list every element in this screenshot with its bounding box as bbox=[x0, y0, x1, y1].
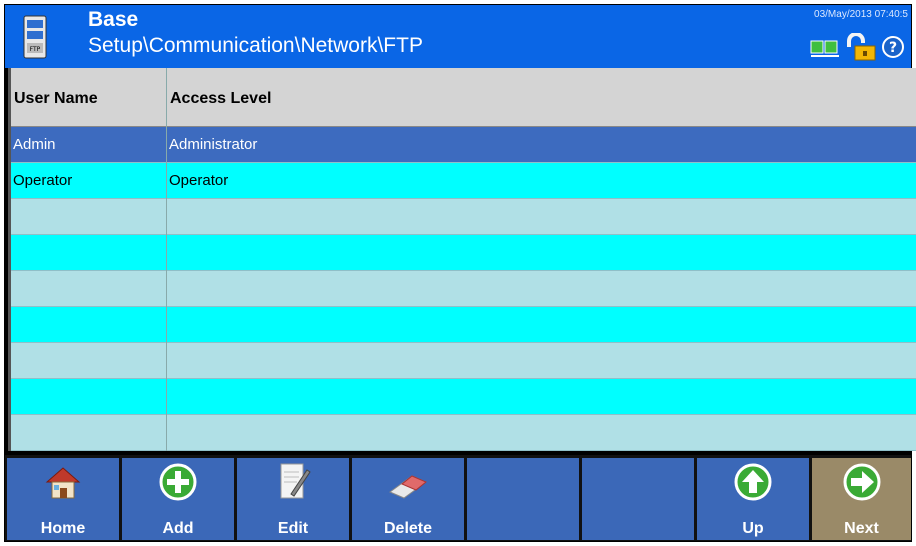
edit-button-label: Edit bbox=[277, 520, 309, 537]
add-button[interactable]: Add bbox=[122, 458, 234, 540]
plus-icon bbox=[159, 463, 197, 501]
next-button[interactable]: Next bbox=[812, 458, 911, 540]
delete-button-label: Delete bbox=[383, 520, 433, 537]
user-name-cell: Admin bbox=[13, 136, 56, 153]
table-row[interactable] bbox=[11, 415, 916, 451]
svg-text:?: ? bbox=[889, 40, 897, 56]
ftp-icon: FTP bbox=[23, 15, 47, 59]
header-bar: FTP Base Setup\Communication\Network\FTP… bbox=[5, 5, 911, 68]
table-row[interactable]: Admin Administrator bbox=[11, 127, 916, 163]
table-row[interactable] bbox=[11, 343, 916, 379]
page-title: Base bbox=[88, 8, 139, 31]
up-button[interactable]: Up bbox=[697, 458, 809, 540]
table-row[interactable] bbox=[11, 379, 916, 415]
user-name-cell: Operator bbox=[13, 172, 73, 189]
help-icon[interactable]: ? bbox=[882, 36, 904, 58]
datetime-display: 03/May/2013 07:40:5 bbox=[814, 9, 908, 20]
next-button-label: Next bbox=[844, 520, 879, 537]
svg-text:FTP: FTP bbox=[30, 46, 41, 53]
access-level-cell: Operator bbox=[169, 172, 229, 189]
table-row[interactable] bbox=[11, 235, 916, 271]
edit-button[interactable]: Edit bbox=[237, 458, 349, 540]
column-header-user-name[interactable]: User Name bbox=[14, 68, 98, 126]
eraser-icon bbox=[388, 475, 428, 499]
breadcrumb: Setup\Communication\Network\FTP bbox=[88, 34, 423, 57]
empty-softkey-2[interactable] bbox=[582, 458, 694, 540]
user-table: User Name Access Level Admin Administrat… bbox=[8, 68, 916, 451]
home-button[interactable]: Home bbox=[7, 458, 119, 540]
network-icon bbox=[810, 40, 839, 57]
add-button-label: Add bbox=[162, 520, 194, 537]
column-header-access-level[interactable]: Access Level bbox=[170, 68, 271, 126]
table-row[interactable] bbox=[11, 307, 916, 343]
home-icon bbox=[45, 467, 81, 499]
softkey-toolbar: Home Add Edit Delete Up Next bbox=[5, 455, 911, 541]
access-level-cell: Administrator bbox=[169, 136, 258, 153]
arrow-up-icon bbox=[734, 463, 772, 501]
table-row[interactable]: Operator Operator bbox=[11, 163, 916, 199]
up-button-label: Up bbox=[742, 520, 764, 537]
arrow-right-icon bbox=[843, 463, 881, 501]
edit-pencil-icon bbox=[280, 463, 311, 499]
table-row[interactable] bbox=[11, 199, 916, 235]
delete-button[interactable]: Delete bbox=[352, 458, 464, 540]
home-button-label: Home bbox=[40, 520, 86, 537]
empty-softkey-1[interactable] bbox=[467, 458, 579, 540]
column-divider bbox=[166, 68, 167, 451]
unlocked-padlock-icon[interactable] bbox=[847, 33, 876, 61]
table-header: User Name Access Level bbox=[11, 68, 916, 127]
table-row[interactable] bbox=[11, 271, 916, 307]
status-icons: ? bbox=[810, 33, 904, 61]
